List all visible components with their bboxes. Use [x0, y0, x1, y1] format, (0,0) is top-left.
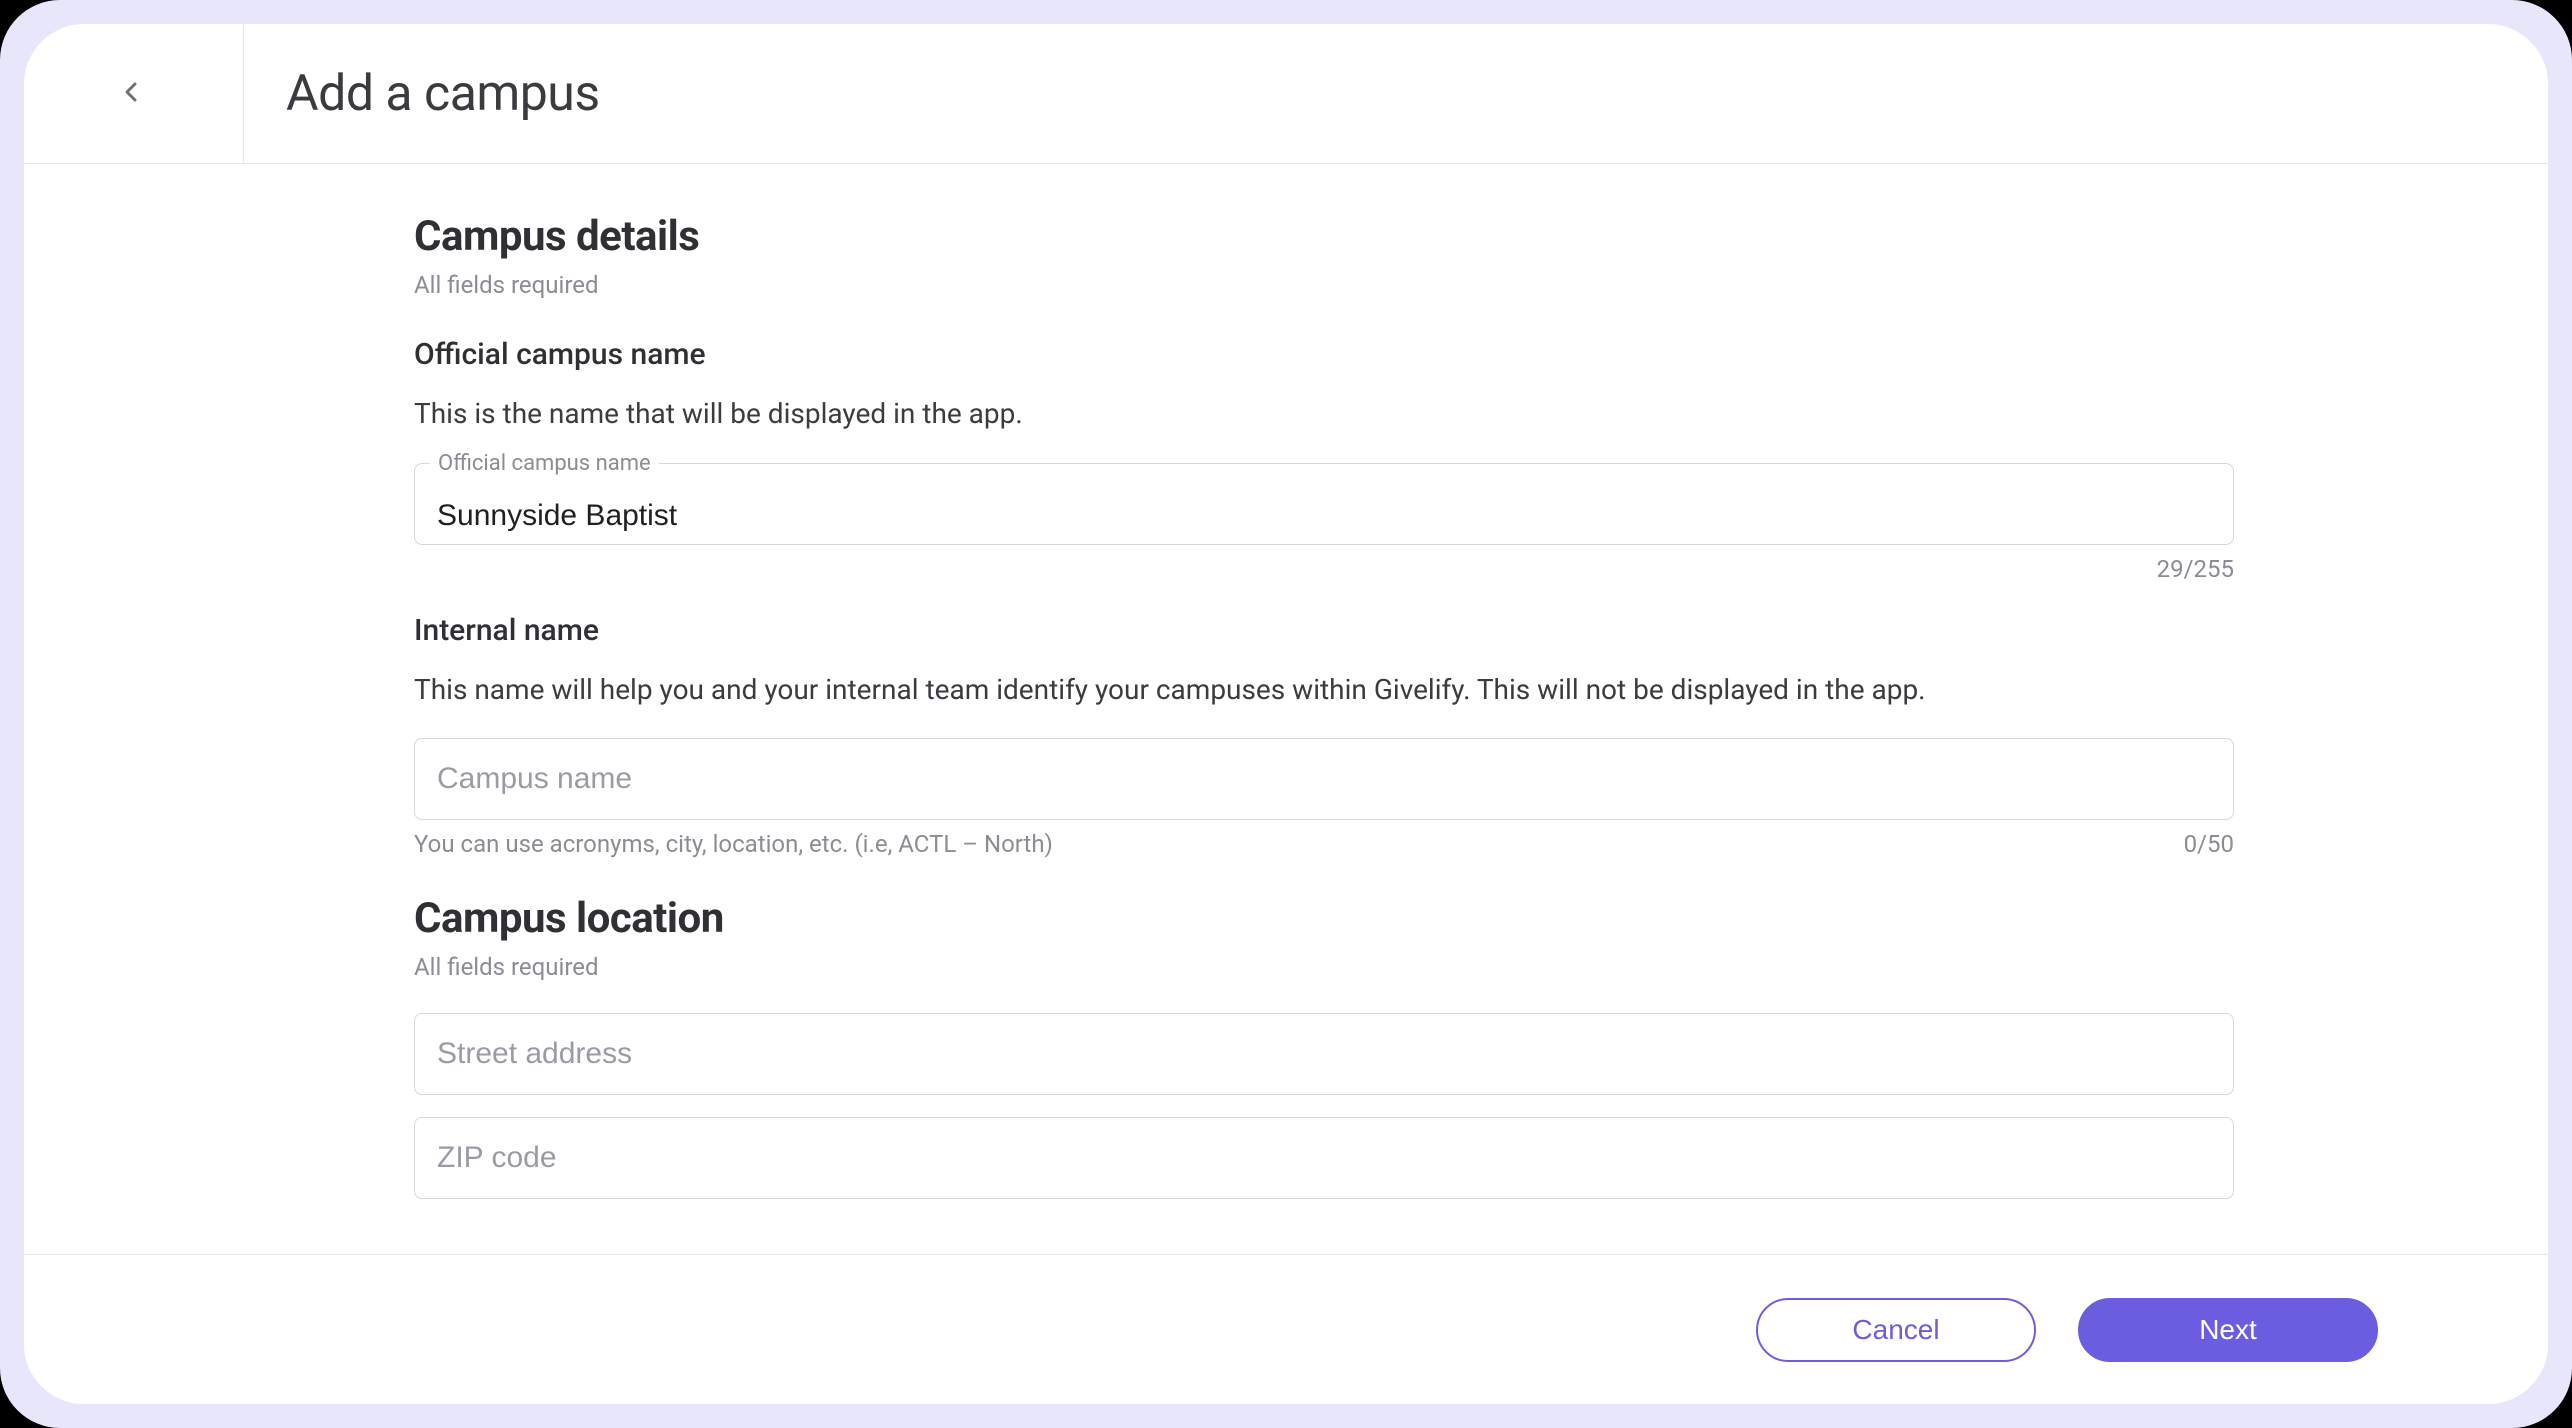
- internal-name-desc: This name will help you and your interna…: [414, 670, 2234, 711]
- internal-name-hint: You can use acronyms, city, location, et…: [414, 830, 1053, 858]
- internal-name-counter: 0/50: [2184, 830, 2234, 858]
- location-section: Campus location All fields required: [414, 894, 2234, 1199]
- back-button-wrap: [84, 24, 244, 163]
- official-name-desc: This is the name that will be displayed …: [414, 394, 2234, 435]
- page-background: Add a campus Campus details All fields r…: [0, 0, 2572, 1428]
- location-required-note: All fields required: [414, 953, 2234, 981]
- official-name-label: Official campus name: [414, 337, 2234, 372]
- street-field-wrap: [414, 1013, 2234, 1095]
- header: Add a campus: [24, 24, 2548, 164]
- section-title-details: Campus details: [414, 212, 2234, 261]
- page-title: Add a campus: [286, 65, 600, 123]
- street-address-input[interactable]: [414, 1013, 2234, 1095]
- zip-code-input[interactable]: [414, 1117, 2234, 1199]
- section-title-location: Campus location: [414, 894, 2234, 943]
- details-required-note: All fields required: [414, 271, 2234, 299]
- next-button[interactable]: Next: [2078, 1298, 2378, 1362]
- form-inner: Campus details All fields required Offic…: [414, 212, 2234, 1199]
- internal-name-input[interactable]: [414, 738, 2234, 820]
- official-name-field-wrap: Official campus name: [414, 463, 2234, 545]
- zip-field-wrap: [414, 1117, 2234, 1199]
- internal-name-label: Internal name: [414, 613, 2234, 648]
- official-name-input[interactable]: [414, 463, 2234, 545]
- cancel-button[interactable]: Cancel: [1756, 1298, 2036, 1362]
- form-body: Campus details All fields required Offic…: [24, 164, 2548, 1404]
- footer: Cancel Next: [24, 1254, 2548, 1404]
- internal-name-field-wrap: [414, 738, 2234, 820]
- location-fields: [414, 1013, 2234, 1199]
- official-name-float-label: Official campus name: [430, 451, 659, 476]
- chevron-left-icon: [115, 76, 147, 111]
- back-button[interactable]: [96, 59, 166, 129]
- page-card: Add a campus Campus details All fields r…: [24, 24, 2548, 1404]
- official-name-counter: 29/255: [2157, 555, 2234, 583]
